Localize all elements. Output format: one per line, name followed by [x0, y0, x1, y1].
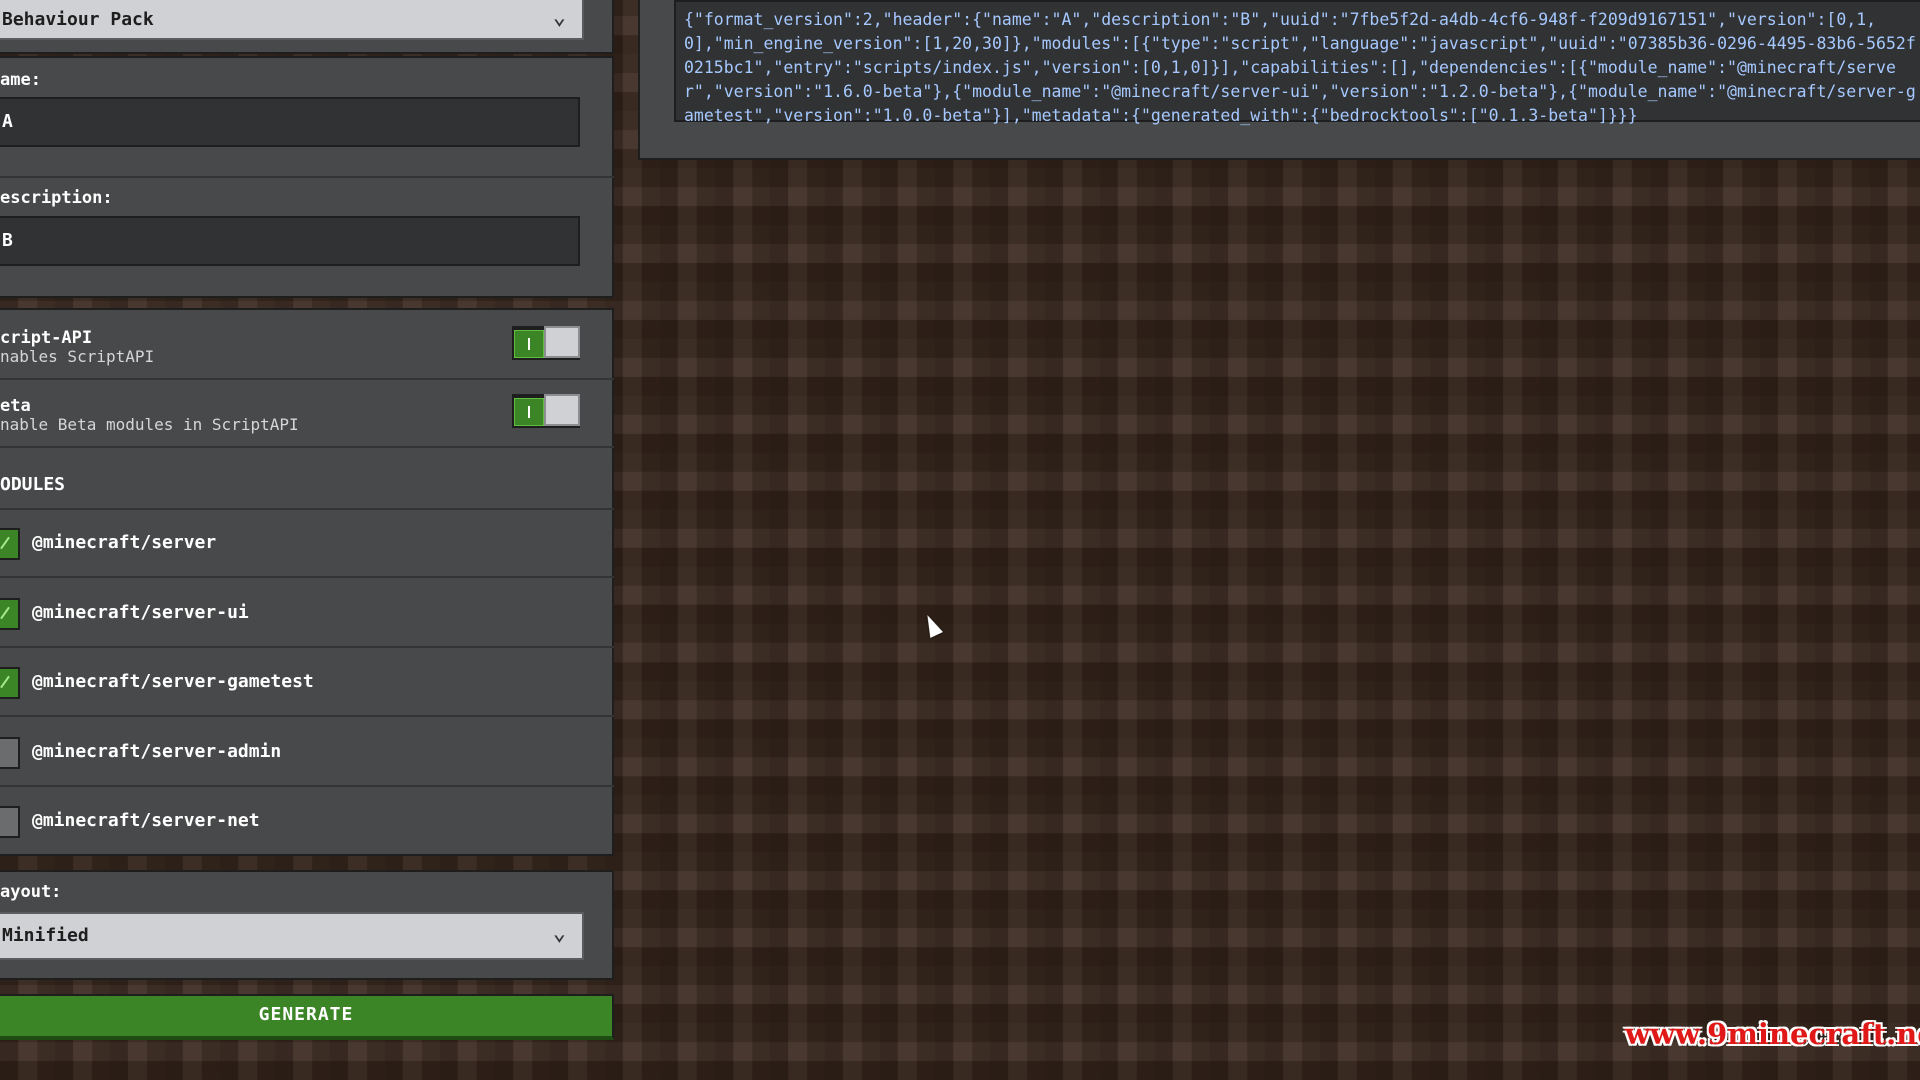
- options-panel: cript-API nables ScriptAPI eta nable Bet…: [0, 308, 614, 856]
- chevron-down-icon: ⌄: [552, 5, 566, 30]
- module-checkbox-server-ui[interactable]: [0, 598, 20, 630]
- layout-panel: ayout: Minified ⌄: [0, 870, 614, 980]
- watermark: www.9minecraft.net: [1625, 1017, 1920, 1051]
- divider: [0, 378, 614, 380]
- module-label: @minecraft/server-net: [32, 810, 260, 831]
- output-json-text[interactable]: {"format_version":2,"header":{"name":"A"…: [674, 0, 1920, 125]
- module-label: @minecraft/server: [32, 532, 217, 553]
- pack-type-select[interactable]: Behaviour Pack ⌄: [0, 0, 584, 40]
- name-input[interactable]: A: [0, 97, 580, 147]
- toggle-script-api-subtitle: nables ScriptAPI: [0, 347, 155, 366]
- modules-heading: ODULES: [0, 474, 66, 495]
- divider: [0, 446, 614, 448]
- pack-type-panel: Behaviour Pack ⌄: [0, 0, 614, 54]
- module-label: @minecraft/server-ui: [32, 602, 249, 623]
- module-checkbox-server[interactable]: [0, 528, 20, 560]
- layout-select[interactable]: Minified ⌄: [0, 912, 584, 960]
- mouse-cursor-icon: [921, 612, 943, 638]
- chevron-down-icon: ⌄: [552, 921, 566, 946]
- divider: [0, 576, 614, 578]
- toggle-beta-subtitle: nable Beta modules in ScriptAPI: [0, 415, 299, 434]
- output-panel: {"format_version":2,"header":{"name":"A"…: [638, 0, 1920, 160]
- toggle-knob: [544, 326, 580, 358]
- script-api-toggle[interactable]: [512, 326, 580, 360]
- name-description-panel: ame: A escription: B: [0, 56, 614, 298]
- toggle-script-api-title: cript-API: [0, 328, 93, 348]
- module-checkbox-server-gametest[interactable]: [0, 667, 20, 699]
- layout-label: ayout:: [0, 882, 62, 902]
- checkmark-icon: [0, 675, 10, 689]
- name-label: ame:: [0, 70, 41, 90]
- divider: [0, 715, 614, 717]
- layout-value: Minified: [2, 925, 89, 946]
- description-label: escription:: [0, 188, 113, 208]
- toggle-on-indicator: [514, 398, 544, 426]
- checkmark-icon: [0, 536, 10, 550]
- divider: [0, 176, 614, 178]
- pack-type-value: Behaviour Pack: [2, 9, 154, 30]
- divider: [0, 508, 614, 510]
- module-label: @minecraft/server-admin: [32, 741, 282, 762]
- description-input[interactable]: B: [0, 216, 580, 266]
- generate-button[interactable]: GENERATE: [0, 994, 614, 1040]
- module-checkbox-server-net[interactable]: [0, 806, 20, 838]
- checkmark-icon: [0, 606, 10, 620]
- toggle-knob: [544, 394, 580, 426]
- module-label: @minecraft/server-gametest: [32, 671, 314, 692]
- divider: [0, 646, 614, 648]
- toggle-beta-title: eta: [0, 396, 31, 416]
- module-checkbox-server-admin[interactable]: [0, 737, 20, 769]
- beta-toggle[interactable]: [512, 394, 580, 428]
- toggle-on-indicator: [514, 330, 544, 358]
- divider: [0, 785, 614, 787]
